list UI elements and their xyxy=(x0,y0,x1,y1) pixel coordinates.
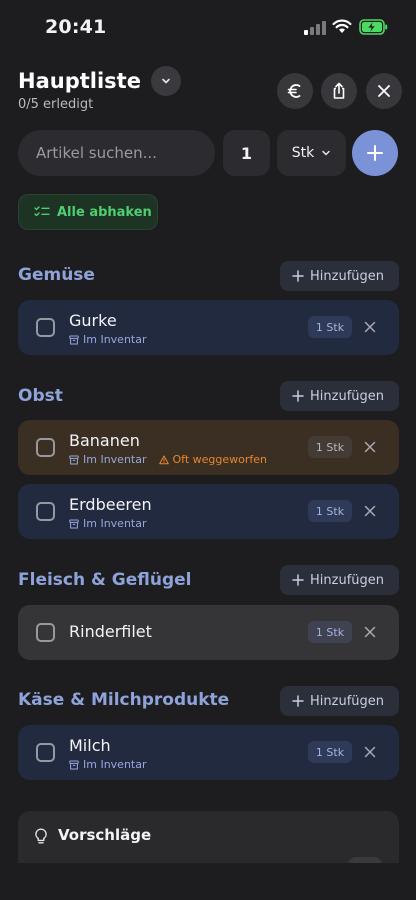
list-item[interactable]: Erdbeeren Im Inventar 1 Stk xyxy=(18,484,399,539)
plus-icon xyxy=(292,270,304,282)
warning-label: Oft weggeworfen xyxy=(172,453,268,466)
check-all-label: Alle abhaken xyxy=(57,204,152,220)
plus-icon xyxy=(367,145,383,161)
list-item[interactable]: Gurke Im Inventar 1 Stk xyxy=(18,300,399,355)
checklist-icon xyxy=(34,206,50,217)
bottom-bar-background xyxy=(0,863,416,900)
page-title: Hauptliste xyxy=(18,69,141,93)
add-to-kaese-button[interactable]: Hinzufügen xyxy=(280,686,399,716)
section-title-obst: Obst xyxy=(18,386,63,406)
unit-label: Stk xyxy=(291,145,315,161)
list-title-row: Hauptliste xyxy=(18,66,181,96)
euro-icon xyxy=(287,84,301,98)
item-meta: Im Inventar xyxy=(69,758,147,771)
section-title-fleisch: Fleisch & Geflügel xyxy=(18,570,192,590)
list-item[interactable]: Rinderfilet 1 Stk xyxy=(18,605,399,660)
quantity-badge: 1 Stk xyxy=(308,316,352,338)
quantity-badge: 1 Stk xyxy=(308,621,352,643)
item-checkbox[interactable] xyxy=(36,743,55,762)
section-title-kaese: Käse & Milchprodukte xyxy=(18,690,230,710)
add-item-button[interactable] xyxy=(352,130,398,176)
item-checkbox[interactable] xyxy=(36,623,55,642)
item-meta: Im Inventar xyxy=(69,333,147,346)
item-name: Gurke xyxy=(69,311,117,330)
add-label: Hinzufügen xyxy=(310,693,384,709)
wifi-icon xyxy=(332,19,352,33)
archive-icon xyxy=(69,760,79,769)
add-to-obst-button[interactable]: Hinzufügen xyxy=(280,381,399,411)
inventory-label: Im Inventar xyxy=(83,758,147,771)
remove-item-icon[interactable] xyxy=(363,320,377,334)
inventory-tag: Im Inventar xyxy=(69,517,147,530)
add-label: Hinzufügen xyxy=(310,388,384,404)
inventory-label: Im Inventar xyxy=(83,333,147,346)
battery-charging-icon xyxy=(359,19,388,35)
search-field[interactable] xyxy=(18,130,215,176)
remove-item-icon[interactable] xyxy=(363,625,377,639)
quantity-badge: 1 Stk xyxy=(308,436,352,458)
item-checkbox[interactable] xyxy=(36,502,55,521)
plus-icon xyxy=(292,574,304,586)
chevron-down-icon xyxy=(162,78,170,84)
euro-button[interactable] xyxy=(277,73,313,109)
suggestions-panel[interactable]: Vorschläge xyxy=(18,811,399,869)
suggestions-title: Vorschläge xyxy=(58,826,152,844)
add-to-fleisch-button[interactable]: Hinzufügen xyxy=(280,565,399,595)
inventory-tag: Im Inventar xyxy=(69,333,147,346)
add-label: Hinzufügen xyxy=(310,572,384,588)
unit-select[interactable]: Stk xyxy=(277,130,346,176)
quantity-badge: 1 Stk xyxy=(308,741,352,763)
warning-icon xyxy=(158,455,169,464)
status-time: 20:41 xyxy=(45,16,107,38)
plus-icon xyxy=(292,695,304,707)
archive-icon xyxy=(69,519,79,528)
inventory-label: Im Inventar xyxy=(83,517,147,530)
lightbulb-icon xyxy=(35,828,47,844)
remove-item-icon[interactable] xyxy=(363,440,377,454)
item-name: Erdbeeren xyxy=(69,495,152,514)
item-name: Bananen xyxy=(69,431,140,450)
search-input[interactable] xyxy=(36,144,206,162)
waste-warning: Oft weggeworfen xyxy=(158,453,268,466)
item-meta: Im Inventar Oft weggeworfen xyxy=(69,453,267,466)
share-button[interactable] xyxy=(321,73,357,109)
plus-icon xyxy=(292,390,304,402)
item-name: Rinderfilet xyxy=(69,622,152,641)
add-label: Hinzufügen xyxy=(310,268,384,284)
progress-text: 0/5 erledigt xyxy=(18,97,94,112)
chevron-down-icon xyxy=(322,150,330,156)
quantity-field[interactable]: 1 xyxy=(223,130,270,176)
cellular-signal-icon xyxy=(304,20,326,35)
remove-item-icon[interactable] xyxy=(363,504,377,518)
item-name: Milch xyxy=(69,736,111,755)
remove-item-icon[interactable] xyxy=(363,745,377,759)
section-title-gemuese: Gemüse xyxy=(18,265,95,285)
archive-icon xyxy=(69,455,79,464)
share-icon xyxy=(333,82,345,99)
inventory-label: Im Inventar xyxy=(83,453,147,466)
item-checkbox[interactable] xyxy=(36,318,55,337)
item-checkbox[interactable] xyxy=(36,438,55,457)
inventory-tag: Im Inventar xyxy=(69,758,147,771)
check-all-button[interactable]: Alle abhaken xyxy=(18,194,158,230)
status-bar: 20:41 xyxy=(0,0,416,56)
list-item[interactable]: Bananen Im Inventar Oft weggeworfen 1 St… xyxy=(18,420,399,475)
close-icon xyxy=(378,85,390,97)
close-button[interactable] xyxy=(366,73,402,109)
archive-icon xyxy=(69,335,79,344)
quantity-badge: 1 Stk xyxy=(308,500,352,522)
list-item[interactable]: Milch Im Inventar 1 Stk xyxy=(18,725,399,780)
inventory-tag: Im Inventar xyxy=(69,453,147,466)
item-meta: Im Inventar xyxy=(69,517,147,530)
list-switcher-button[interactable] xyxy=(150,66,181,96)
add-to-gemuese-button[interactable]: Hinzufügen xyxy=(280,261,399,291)
